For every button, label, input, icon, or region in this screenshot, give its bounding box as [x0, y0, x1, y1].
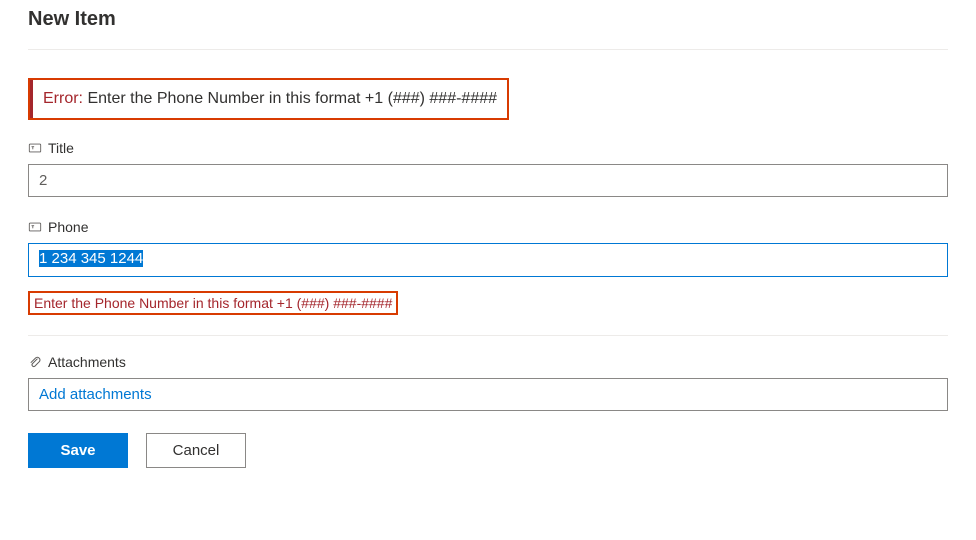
divider [28, 335, 948, 336]
save-button[interactable]: Save [28, 433, 128, 468]
attachments-label: Attachments [48, 354, 126, 370]
divider [28, 49, 948, 50]
title-field: Title [28, 140, 948, 197]
add-attachments-button[interactable]: Add attachments [28, 378, 948, 411]
text-field-icon [28, 220, 42, 234]
title-input[interactable] [28, 164, 948, 197]
phone-inline-error: Enter the Phone Number in this format +1… [28, 291, 398, 315]
cancel-button[interactable]: Cancel [146, 433, 246, 468]
page-title: New Item [28, 8, 948, 31]
error-label: Error: [43, 90, 83, 107]
title-label: Title [48, 140, 74, 156]
error-message: Enter the Phone Number in this format +1… [87, 90, 497, 107]
paperclip-icon [28, 355, 42, 369]
button-row: Save Cancel [28, 433, 948, 468]
phone-label: Phone [48, 219, 88, 235]
phone-input[interactable]: 1 234 345 1244 [28, 243, 948, 277]
text-field-icon [28, 141, 42, 155]
error-banner: Error: Enter the Phone Number in this fo… [28, 78, 509, 120]
phone-input-value: 1 234 345 1244 [39, 250, 143, 267]
attachments-field: Attachments Add attachments [28, 354, 948, 411]
phone-field: Phone 1 234 345 1244 Enter the Phone Num… [28, 219, 948, 315]
